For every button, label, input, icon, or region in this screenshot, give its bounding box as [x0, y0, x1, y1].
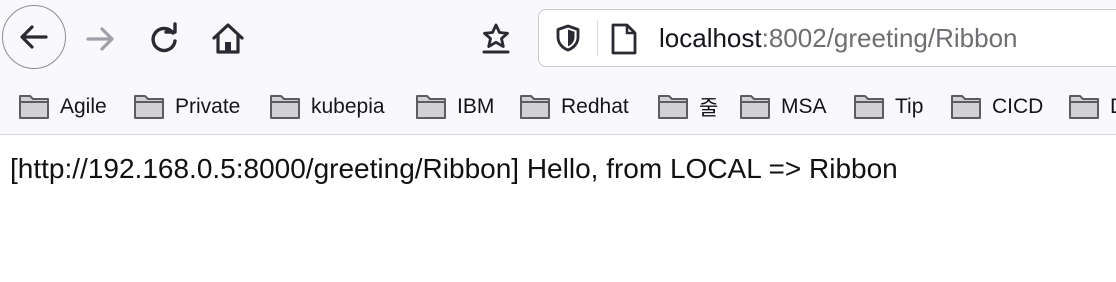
folder-icon	[134, 95, 164, 119]
reload-button[interactable]	[142, 17, 186, 61]
page-icon[interactable]	[609, 22, 639, 56]
back-arrow-icon	[20, 25, 48, 49]
url-host: localhost	[659, 23, 762, 53]
url-bar-divider	[597, 20, 598, 56]
bookmark-label: D	[1110, 95, 1116, 119]
folder-icon	[416, 95, 446, 119]
bookmark-label: Agile	[60, 95, 107, 118]
forward-arrow-icon	[86, 27, 114, 51]
bookmark-folder-jul[interactable]: 줄	[657, 91, 718, 123]
bookmark-folder-cicd[interactable]: CICD	[950, 91, 1043, 123]
folder-icon	[740, 95, 770, 119]
bookmark-folder-ibm[interactable]: IBM	[415, 91, 494, 123]
url-bar[interactable]: localhost:8002/greeting/Ribbon	[538, 9, 1116, 67]
folder-icon	[854, 95, 884, 119]
bookmark-label: Redhat	[561, 95, 629, 118]
bookmark-folder-agile[interactable]: Agile	[18, 91, 107, 123]
shield-icon[interactable]	[553, 23, 583, 53]
save-to-pocket-icon	[482, 23, 510, 54]
bookmark-label: Private	[175, 95, 241, 118]
folder-icon	[520, 95, 550, 119]
url-text[interactable]: localhost:8002/greeting/Ribbon	[659, 23, 1018, 53]
bookmark-folder-msa[interactable]: MSA	[739, 91, 827, 123]
reload-icon	[151, 22, 177, 53]
home-button[interactable]	[206, 17, 250, 61]
folder-icon	[270, 95, 300, 119]
bookmark-folder-tip[interactable]: Tip	[853, 91, 923, 123]
save-to-pocket-button[interactable]	[474, 17, 518, 61]
bookmark-folder-private[interactable]: Private	[133, 91, 240, 123]
bookmark-label: Tip	[895, 95, 924, 118]
bookmark-label: kubepia	[311, 95, 385, 118]
bookmark-label: CICD	[992, 95, 1044, 118]
folder-icon	[1069, 95, 1099, 119]
home-icon	[212, 23, 244, 54]
folder-icon	[19, 95, 49, 119]
page-body-text: [http://192.168.0.5:8000/greeting/Ribbon…	[10, 153, 898, 184]
navigation-toolbar: localhost:8002/greeting/Ribbon	[0, 0, 1116, 82]
bookmark-label: 줄	[699, 97, 719, 120]
bookmark-folder-redhat[interactable]: Redhat	[519, 91, 629, 123]
back-button[interactable]	[2, 5, 66, 69]
bookmark-label: IBM	[457, 95, 495, 118]
bookmark-label: MSA	[781, 95, 827, 118]
bookmarks-toolbar: Agile Private kubepia IBM Redhat 줄 MSA T…	[0, 82, 1116, 135]
forward-button[interactable]	[78, 17, 122, 61]
bookmark-folder-kubepia[interactable]: kubepia	[269, 91, 385, 123]
bookmark-folder-d[interactable]: D	[1068, 91, 1116, 123]
folder-icon	[951, 95, 981, 119]
folder-icon	[658, 95, 688, 119]
url-path: :8002/greeting/Ribbon	[761, 23, 1018, 53]
